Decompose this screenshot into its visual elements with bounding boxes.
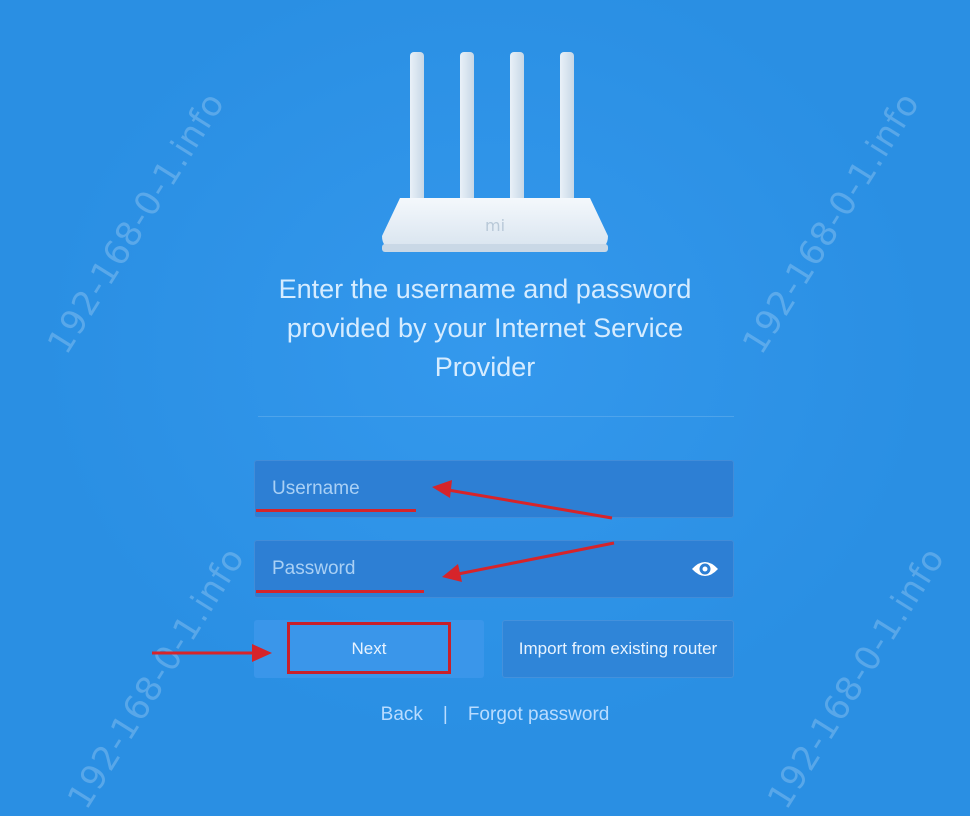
import-from-router-button[interactable]: Import from existing router [502,620,734,678]
import-button-label: Import from existing router [518,639,718,658]
heading-line: Provider [434,352,536,382]
annotation-underline [256,590,424,593]
heading-line: provided by your Internet Service [286,313,684,343]
annotation-underline [256,509,416,512]
footer-links: Back | Forgot password [360,704,630,726]
footer-separator: | [442,704,448,725]
eye-icon[interactable] [690,557,720,581]
page-heading: Enter the username and password provided… [240,270,730,387]
next-button-label: Next [351,639,387,658]
router-logo: mi [485,216,505,235]
router-illustration: mi [382,52,608,252]
back-link[interactable]: Back [381,704,423,726]
divider [258,416,734,417]
forgot-password-link[interactable]: Forgot password [468,704,610,726]
heading-line: Enter the username and password [278,274,692,304]
next-button[interactable]: Next [254,620,484,678]
